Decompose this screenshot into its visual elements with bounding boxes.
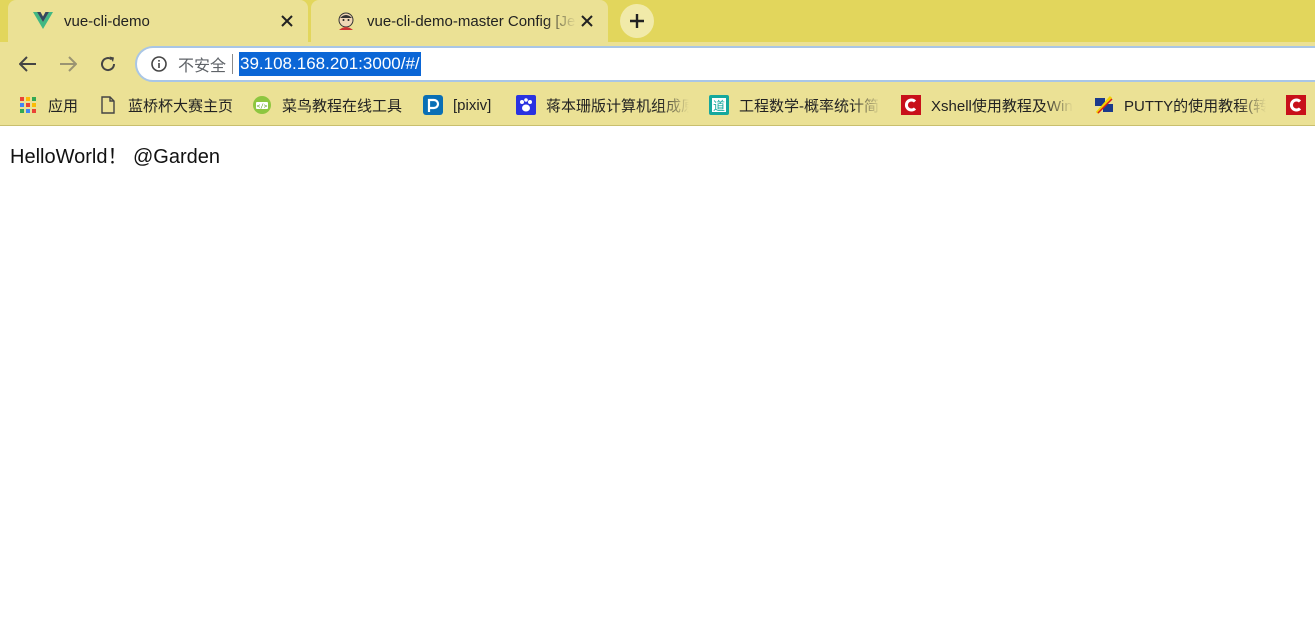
bookmark-label: 蒋本珊版计算机组成原 xyxy=(546,97,689,115)
back-arrow-icon xyxy=(19,56,36,72)
bookmark-apps[interactable]: 应用 xyxy=(18,86,78,124)
pixiv-icon xyxy=(423,95,443,115)
bookmark-label: [pixiv] xyxy=(453,96,492,114)
bookmark-xshell[interactable]: Xshell使用教程及Win xyxy=(901,86,1073,124)
browser-toolbar: 不安全 39.108.168.201:3000/#/ xyxy=(0,42,1315,86)
forward-arrow-icon xyxy=(60,56,77,72)
reload-button[interactable] xyxy=(94,50,122,78)
page-content: HelloWorld！ @Garden xyxy=(0,127,1315,617)
bookmark-label: 工程数学-概率统计简 xyxy=(739,97,879,115)
plus-icon xyxy=(630,14,644,28)
bookmark-overflow-csdn[interactable] xyxy=(1286,86,1306,124)
svg-text:道: 道 xyxy=(713,99,725,113)
security-label: 不安全 xyxy=(178,58,227,75)
bookmark-label: PUTTY的使用教程(转 xyxy=(1124,97,1266,115)
jenkins-icon xyxy=(335,10,357,32)
reload-icon xyxy=(101,56,116,72)
close-tab-icon[interactable] xyxy=(576,10,598,32)
bookmark-label: Xshell使用教程及Win xyxy=(931,97,1073,115)
url-text[interactable]: 39.108.168.201:3000/#/ xyxy=(239,52,421,76)
back-button[interactable] xyxy=(14,50,42,78)
tab-title: vue-cli-demo xyxy=(64,12,150,30)
hello-world-text: HelloWorld！ @Garden xyxy=(10,146,221,168)
apps-grid-icon xyxy=(18,95,38,115)
document-icon xyxy=(98,95,118,115)
new-tab-button[interactable] xyxy=(620,4,654,38)
bookmark-pixiv[interactable]: [pixiv] xyxy=(423,86,491,124)
svg-text:</>: </> xyxy=(257,103,268,110)
forward-button[interactable] xyxy=(54,50,82,78)
csdn-icon xyxy=(901,95,921,115)
bookmark-label: 菜鸟教程在线工具 xyxy=(282,97,403,115)
vue-logo-icon xyxy=(32,10,54,32)
close-tab-icon[interactable] xyxy=(276,10,298,32)
putty-icon xyxy=(1094,95,1114,115)
bookmark-label: 应用 xyxy=(48,97,79,115)
bookmark-label: 蓝桥杯大赛主页 xyxy=(128,97,234,115)
bookmark-lanqiao[interactable]: 蓝桥杯大赛主页 xyxy=(98,86,233,124)
runoob-icon: </> xyxy=(252,95,272,115)
baidu-paw-icon xyxy=(516,95,536,115)
bookmark-putty[interactable]: PUTTY的使用教程(转 xyxy=(1094,86,1266,124)
bookmarks-bar: 应用 蓝桥杯大赛主页 </> 菜鸟教程在线工具 [pixiv] 蒋本珊版计算机组… xyxy=(0,86,1315,126)
tab-strip: vue-cli-demo vue-cli-demo-master Config … xyxy=(0,0,1315,42)
separator xyxy=(232,54,234,74)
bookmark-baidu[interactable]: 蒋本珊版计算机组成原 xyxy=(516,86,689,124)
tab-jenkins-config[interactable]: vue-cli-demo-master Config [Jenkins] xyxy=(311,0,608,42)
address-bar[interactable]: 不安全 39.108.168.201:3000/#/ xyxy=(135,46,1315,82)
tab-vue-cli-demo[interactable]: vue-cli-demo xyxy=(8,0,308,42)
bookmark-doc88[interactable]: 道 工程数学-概率统计简 xyxy=(709,86,881,124)
csdn-icon xyxy=(1286,95,1306,115)
tab-title: vue-cli-demo-master Config [Jenkins] xyxy=(367,12,576,30)
info-icon[interactable] xyxy=(149,54,169,74)
doc88-icon: 道 xyxy=(709,95,729,115)
bookmark-runoob[interactable]: </> 菜鸟教程在线工具 xyxy=(252,86,402,124)
